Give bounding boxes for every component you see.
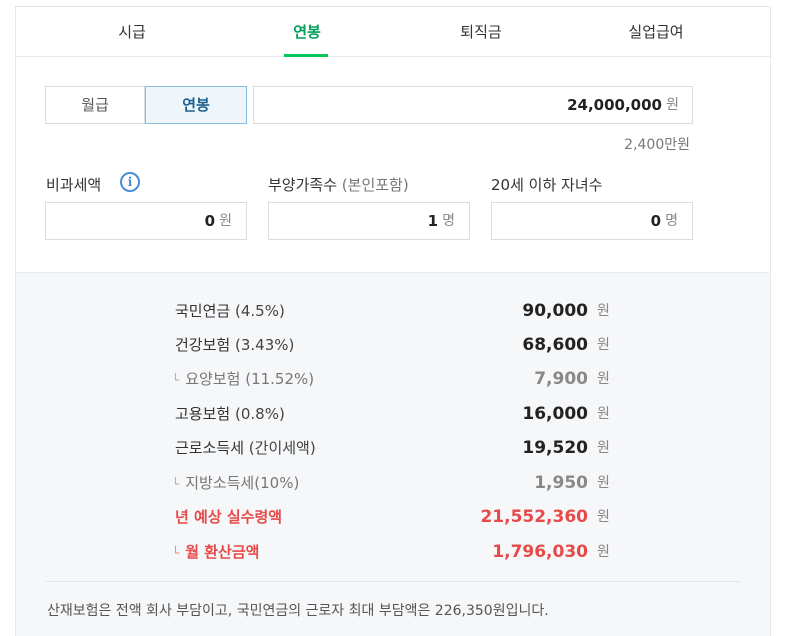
employment-insurance-row: 고용보험 (0.8%) 16,000 원 [175,404,610,424]
salary-unit: 원 [666,97,679,113]
info-icon[interactable]: i [120,172,140,192]
local-income-tax-row: └ 지방소득세(10%) 1,950 원 [172,473,610,493]
children-input[interactable]: 0 명 [491,202,693,240]
monthly-toggle-button[interactable]: 월급 [45,86,145,124]
monthly-net-pay-row: └ 월 환산금액 1,796,030 원 [172,542,610,562]
tab-annual-salary[interactable]: 연봉 [281,7,333,57]
salary-calculator-panel: 시급 연봉 퇴직금 실업급여 월급 연봉 24,000,000 원 2,400만… [15,6,771,636]
dependents-input[interactable]: 1 명 [268,202,470,240]
tab-hourly[interactable]: 시급 [106,7,158,57]
results-section: 국민연금 (4.5%) 90,000 원 건강보험 (3.43%) 68,600… [16,272,770,636]
children-label: 20세 이하 자녀수 [491,176,603,194]
dependents-label: 부양가족수 (본인포함) [268,176,409,194]
tax-free-input[interactable]: 0 원 [45,202,247,240]
tax-free-label: 비과세액 [46,176,102,194]
salary-input[interactable]: 24,000,000 원 [253,86,693,124]
tab-unemployment[interactable]: 실업급여 [611,7,701,57]
results-divider [46,581,740,582]
annual-toggle-button[interactable]: 연봉 [145,86,247,124]
national-pension-row: 국민연금 (4.5%) 90,000 원 [175,301,610,321]
income-tax-row: 근로소득세 (간이세액) 19,520 원 [175,438,610,458]
footnote-text: 산재보험은 전액 회사 부담이고, 국민연금의 근로자 최대 부담액은 226,… [47,603,549,619]
annual-net-pay-row: 년 예상 실수령액 21,552,360 원 [175,507,610,527]
salary-input-value: 24,000,000 [567,96,662,114]
active-tab-indicator [284,54,328,57]
salary-korean-amount: 2,400만원 [624,137,690,153]
calculator-tabs: 시급 연봉 퇴직금 실업급여 [16,7,770,57]
health-insurance-row: 건강보험 (3.43%) 68,600 원 [175,335,610,355]
long-term-care-row: └ 요양보험 (11.52%) 7,900 원 [172,369,610,389]
tab-severance[interactable]: 퇴직금 [446,7,516,57]
